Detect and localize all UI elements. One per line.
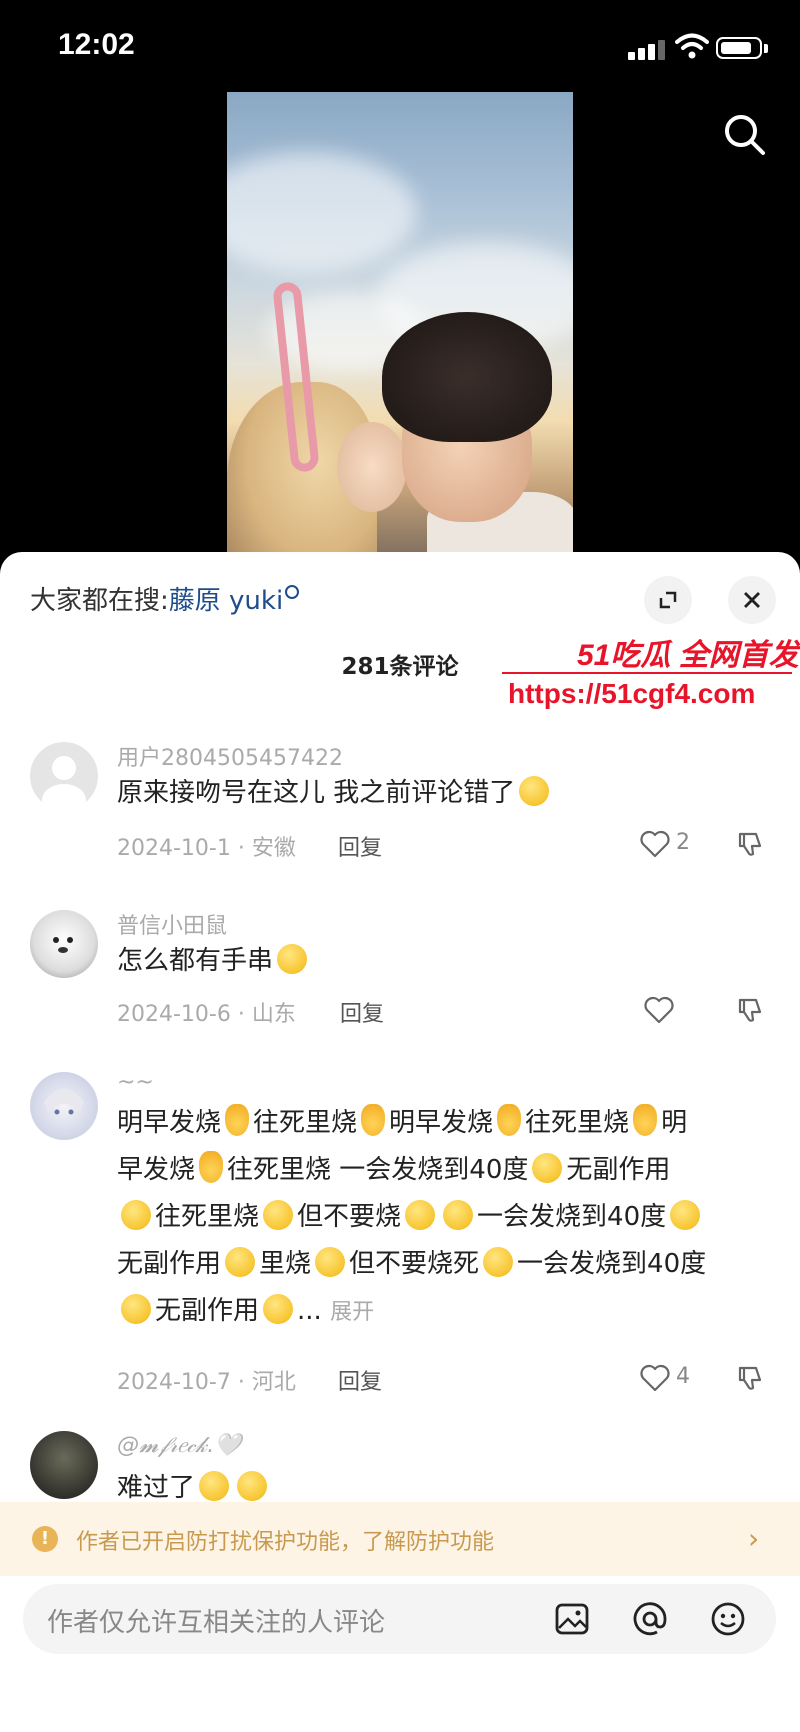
medal-emoji	[361, 1104, 386, 1136]
crying-laughing-emoji	[519, 776, 550, 806]
heart-icon[interactable]	[640, 1364, 670, 1392]
reply-button[interactable]: 回复	[338, 830, 382, 862]
smile-emoji	[532, 1153, 563, 1183]
crying-emoji	[199, 1471, 230, 1501]
comment-username[interactable]: 用户2804505457422	[117, 740, 343, 772]
signal-icon	[628, 38, 668, 60]
status-bar: 12:02	[0, 0, 800, 100]
comment-line: 无副作用... 展开	[117, 1288, 767, 1336]
expand-link[interactable]: 展开	[330, 1300, 374, 1325]
at-icon[interactable]	[631, 1600, 669, 1638]
comment-item: 用户2804505457422 原来接吻号在这儿 我之前评论错了 2024-10…	[0, 742, 800, 862]
crying-laughing-emoji	[277, 944, 308, 974]
suggest-prefix: 大家都在搜:	[30, 586, 169, 616]
chevron-right-icon: ›	[748, 1522, 760, 1555]
smile-emoji	[121, 1294, 151, 1324]
status-time: 12:02	[58, 28, 135, 61]
comment-input[interactable]: 作者仅允许互相关注的人评论	[23, 1584, 776, 1654]
emoji-icon[interactable]	[709, 1600, 747, 1638]
input-placeholder: 作者仅允许互相关注的人评论	[47, 1608, 386, 1638]
comment-date-location: 2024-10-6 · 山东	[117, 1002, 296, 1027]
medal-emoji	[199, 1151, 224, 1183]
comment-item: 普信小田鼠 怎么都有手串 2024-10-6 · 山东 回复	[0, 910, 800, 1030]
medal-emoji	[497, 1104, 522, 1136]
medal-emoji	[633, 1104, 658, 1136]
comment-username[interactable]: ~~	[117, 1070, 154, 1095]
comment-line: 早发烧 往死里烧 一会发烧到40度 无副作用	[117, 1147, 767, 1194]
suggest-keyword[interactable]: 藤原 yuki	[169, 586, 283, 616]
heart-icon[interactable]	[640, 830, 670, 858]
comment-username[interactable]: 普信小田鼠	[117, 908, 227, 940]
heart-icon[interactable]	[644, 996, 674, 1024]
search-icon	[285, 585, 300, 599]
like-count: 2	[676, 830, 690, 855]
close-button[interactable]	[728, 576, 776, 624]
smile-emoji	[263, 1200, 294, 1230]
comment-sheet: 大家都在搜:藤原 yuki 281条评论 用户2804505457422 原来接…	[0, 552, 800, 1732]
medal-emoji	[225, 1104, 250, 1136]
wifi-icon	[675, 33, 709, 59]
watermark-url: https://51cgf4.com	[508, 678, 756, 709]
avatar[interactable]	[30, 1431, 98, 1499]
crying-emoji	[237, 1471, 268, 1501]
image-icon[interactable]	[553, 1600, 591, 1638]
avatar[interactable]	[30, 910, 98, 978]
notice-text: 作者已开启防打扰保护功能，了解防护功能	[76, 1530, 495, 1555]
comment-date-location: 2024-10-1 · 安徽	[117, 836, 296, 861]
comment-line: 无副作用 里烧 但不要烧死 一会发烧到40度	[117, 1247, 707, 1279]
smile-emoji	[405, 1200, 436, 1230]
reply-button[interactable]: 回复	[338, 1364, 382, 1396]
smile-emoji	[225, 1247, 256, 1277]
expand-icon	[659, 591, 677, 609]
reply-button[interactable]: 回复	[340, 996, 384, 1028]
close-icon	[744, 592, 760, 608]
smile-emoji	[670, 1200, 701, 1230]
avatar[interactable]	[30, 1072, 98, 1140]
smile-emoji	[443, 1200, 474, 1230]
smile-emoji	[121, 1200, 151, 1230]
smile-emoji	[483, 1247, 514, 1277]
avatar[interactable]	[30, 742, 98, 810]
protection-notice[interactable]: ! 作者已开启防打扰保护功能，了解防护功能 ›	[0, 1502, 800, 1576]
watermark: 51吃瓜 全网首发 https://51cgf4.com	[502, 630, 799, 720]
comment-date-location: 2024-10-7 · 河北	[117, 1370, 296, 1395]
comment-text: 难过了	[117, 1465, 767, 1507]
expand-button[interactable]	[644, 576, 692, 624]
smile-emoji	[263, 1294, 294, 1324]
comment-text: 怎么都有手串	[117, 938, 767, 985]
comment-item: @𝓶𝒻𝓇𝑒𝒸𝓀.🤍 难过了	[0, 1427, 800, 1507]
warning-icon: !	[32, 1526, 58, 1552]
watermark-brand: 51吃瓜 全网首发	[577, 639, 799, 672]
comment-line: 明早发烧 往死里烧 明早发烧 往死里烧明	[117, 1100, 767, 1147]
dislike-icon[interactable]	[736, 830, 764, 858]
comment-item: ~~ 明早发烧 往死里烧 明早发烧 往死里烧明 早发烧 往死里烧 一会发烧到40度 无副作…	[0, 1070, 800, 1402]
comment-text: 原来接吻号在这儿 我之前评论错了	[117, 770, 767, 817]
like-count: 4	[676, 1364, 690, 1389]
video-player[interactable]	[227, 92, 573, 562]
dislike-icon[interactable]	[736, 1364, 764, 1392]
comment-line: 往死里烧 但不要烧 一会发烧到40度	[117, 1194, 767, 1241]
search-icon[interactable]	[720, 110, 770, 160]
comment-username[interactable]: @𝓶𝒻𝓇𝑒𝒸𝓀.🤍	[117, 1433, 242, 1458]
dislike-icon[interactable]	[736, 996, 764, 1024]
search-suggestion[interactable]: 大家都在搜:藤原 yuki	[30, 580, 300, 617]
comment-text: 明早发烧 往死里烧 明早发烧 往死里烧明 早发烧 往死里烧 一会发烧到40度 无副作用 往…	[117, 1100, 767, 1336]
smile-emoji	[315, 1247, 346, 1277]
battery-icon	[716, 37, 762, 59]
